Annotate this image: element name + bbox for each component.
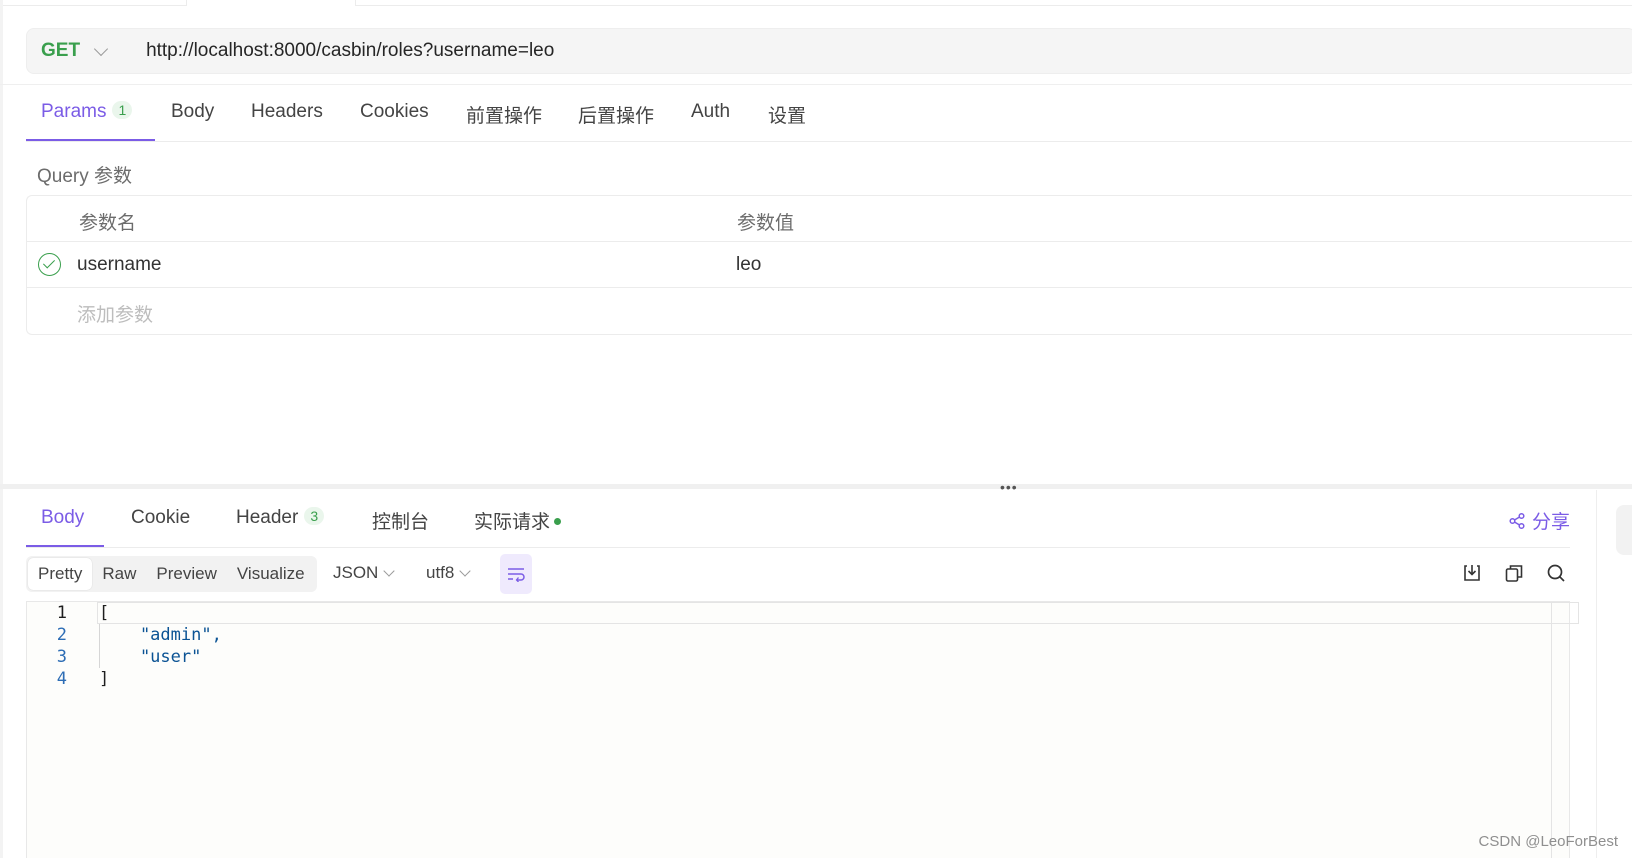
chevron-down-icon <box>459 565 472 577</box>
tab-pre-request[interactable]: 前置操作 <box>466 101 542 128</box>
share-icon <box>1509 512 1525 529</box>
tab-auth[interactable]: Auth <box>691 101 730 123</box>
count-badge: 1 <box>112 101 133 119</box>
response-tab-actual-request[interactable]: 实际请求 <box>474 507 562 534</box>
drag-handle-icon[interactable]: ••• <box>1000 479 1018 495</box>
encoding-dropdown[interactable]: utf8 <box>426 563 472 583</box>
response-tab-console[interactable]: 控制台 <box>372 507 429 534</box>
response-tabs: Body Cookie Header 3 控制台 实际请求 分享 <box>26 498 1570 548</box>
view-pretty-button[interactable]: Pretty <box>28 558 93 590</box>
line-number: 1 <box>56 603 67 623</box>
chevron-down-icon <box>93 41 109 56</box>
code-text: ] <box>99 669 110 689</box>
code-text: "admin", <box>99 625 222 645</box>
tab-label: Params <box>41 101 107 122</box>
wrap-lines-button[interactable] <box>500 554 532 594</box>
format-label: JSON <box>333 563 379 582</box>
tab-label: Header <box>236 507 299 528</box>
check-circle-icon[interactable] <box>38 253 61 276</box>
add-param-input[interactable]: 添加参数 <box>77 300 153 327</box>
view-visualize-button[interactable]: Visualize <box>227 558 315 590</box>
column-header-value: 参数值 <box>737 213 795 234</box>
response-tab-body[interactable]: Body <box>41 507 84 529</box>
tab-settings[interactable]: 设置 <box>768 101 806 128</box>
share-label: 分享 <box>1531 512 1570 533</box>
count-badge: 3 <box>304 507 325 525</box>
url-bar: GET http://localhost:8000/casbin/roles?u… <box>26 28 1632 74</box>
tab-cookies[interactable]: Cookies <box>360 101 429 123</box>
method-label: GET <box>41 40 81 61</box>
tab-post-request[interactable]: 后置操作 <box>578 101 654 128</box>
response-body-editor[interactable]: 1 [ 2 "admin", 3 "user" 4 ] <box>26 601 1579 858</box>
active-tab-indicator <box>26 545 104 547</box>
active-request-tab[interactable] <box>186 0 356 6</box>
method-selector[interactable]: GET <box>41 40 109 62</box>
scrollbar[interactable] <box>1551 602 1552 858</box>
wrap-lines-icon <box>508 568 525 582</box>
table-row: username leo <box>27 242 1632 288</box>
tab-headers[interactable]: Headers <box>251 101 323 123</box>
column-header-name: 参数名 <box>79 213 137 234</box>
share-button[interactable]: 分享 <box>1508 507 1570 534</box>
line-number: 2 <box>56 625 67 645</box>
param-value-cell[interactable]: leo <box>736 254 761 276</box>
search-icon[interactable] <box>1545 562 1567 584</box>
line-number: 4 <box>56 669 67 689</box>
panel-resizer[interactable] <box>0 484 1632 489</box>
right-panel-edge <box>1596 490 1597 858</box>
status-dot <box>554 518 562 525</box>
url-input[interactable]: http://localhost:8000/casbin/roles?usern… <box>146 40 554 62</box>
query-params-label: Query 参数 <box>37 166 133 187</box>
add-param-row: 添加参数 <box>27 288 1632 334</box>
param-name-cell[interactable]: username <box>77 254 162 276</box>
line-number: 3 <box>56 647 67 667</box>
table-header-row: 参数名 参数值 <box>27 196 1632 242</box>
chevron-down-icon <box>383 565 396 577</box>
divider <box>0 84 1632 85</box>
view-raw-button[interactable]: Raw <box>92 558 146 590</box>
code-text: "user" <box>99 647 202 667</box>
format-dropdown[interactable]: JSON <box>333 563 396 583</box>
encoding-label: utf8 <box>426 563 455 582</box>
tab-params[interactable]: Params 1 <box>41 101 133 123</box>
response-tab-cookie[interactable]: Cookie <box>131 507 190 529</box>
tab-body[interactable]: Body <box>171 101 214 123</box>
request-tabs: Params 1 Body Headers Cookies 前置操作 后置操作 A… <box>26 92 1632 142</box>
active-tab-indicator <box>26 139 155 141</box>
view-preview-button[interactable]: Preview <box>146 558 226 590</box>
download-icon[interactable] <box>1461 562 1483 584</box>
response-tab-header[interactable]: Header 3 <box>236 507 325 529</box>
tab-label: 实际请求 <box>474 512 551 533</box>
left-panel-edge <box>0 0 3 858</box>
params-table: 参数名 参数值 username leo 添加参数 <box>26 195 1632 335</box>
side-panel-toggle[interactable] <box>1616 505 1632 555</box>
copy-icon[interactable] <box>1503 562 1525 584</box>
view-mode-switcher: Pretty Raw Preview Visualize <box>26 556 317 592</box>
watermark: CSDN @LeoForBest <box>1478 833 1618 850</box>
current-line-highlight <box>97 602 1579 624</box>
code-text: [ <box>99 603 110 623</box>
